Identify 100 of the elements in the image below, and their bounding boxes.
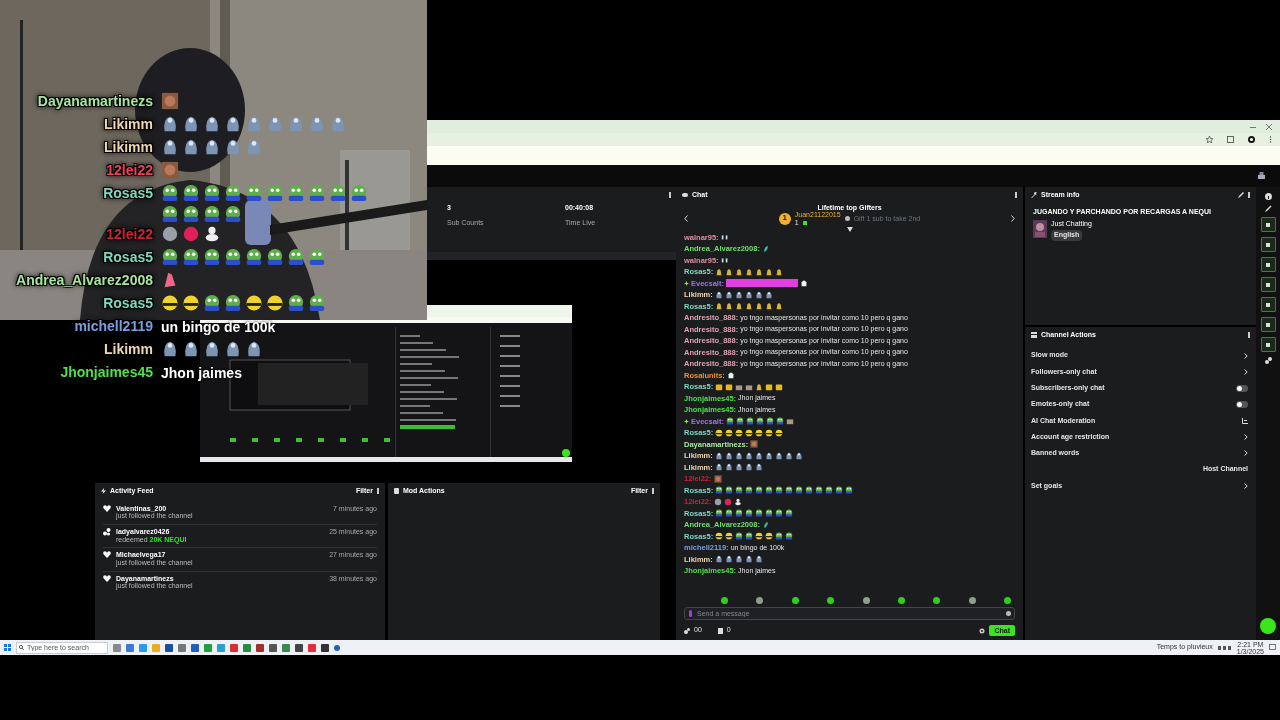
emote-icon <box>725 486 734 495</box>
emote-icon[interactable] <box>827 597 835 604</box>
emote-icon <box>720 233 729 242</box>
tray-icon[interactable] <box>1217 644 1232 651</box>
chevron-right-icon <box>1244 368 1248 375</box>
emote-icon <box>224 340 242 358</box>
emote-icon <box>784 451 793 460</box>
overlay-username: michell2119 <box>73 317 153 336</box>
emote-icon <box>713 474 722 483</box>
emote-icon <box>734 290 743 299</box>
emote-icon <box>825 486 834 495</box>
emote-icon <box>775 486 784 495</box>
emote-icon[interactable] <box>791 597 799 604</box>
extension-icon[interactable] <box>1227 136 1234 143</box>
emote-icon <box>735 532 744 541</box>
emote-icon <box>764 451 773 460</box>
help-button[interactable] <box>1260 618 1276 634</box>
emote-icon[interactable] <box>862 597 870 604</box>
emote-icon <box>755 509 764 518</box>
chat-icon <box>682 193 688 198</box>
emote-icon <box>725 417 734 426</box>
emote-icon[interactable] <box>756 597 764 604</box>
tile-icon <box>1265 281 1271 288</box>
chevron-right-icon[interactable] <box>1011 215 1015 223</box>
emote-icon <box>745 417 754 426</box>
emote-icon <box>774 451 783 460</box>
emoji-icon[interactable] <box>1006 611 1011 616</box>
emote-icon <box>745 532 754 541</box>
heart-icon <box>103 574 111 582</box>
chevron-right-icon <box>1244 434 1248 441</box>
emote-icon <box>245 340 263 358</box>
emote-icon[interactable] <box>1004 597 1011 604</box>
emote-icon[interactable] <box>968 597 976 604</box>
emote-icon <box>754 290 763 299</box>
emote-icon <box>744 451 753 460</box>
quick-action-button[interactable] <box>1260 317 1276 332</box>
points-icon <box>103 527 111 536</box>
gift-icon <box>844 216 850 222</box>
emote-icon <box>775 428 784 437</box>
notification-icon[interactable] <box>1269 644 1276 651</box>
emote-icon <box>761 520 770 529</box>
emote-icon <box>725 428 734 437</box>
emote-icon <box>755 428 764 437</box>
emote-icon <box>725 532 734 541</box>
emote-icon <box>724 555 733 564</box>
emote-icon[interactable] <box>933 597 941 604</box>
emote-icon <box>735 417 744 426</box>
emote-icon <box>785 509 794 518</box>
emote-icon <box>765 509 774 518</box>
emote-icon <box>744 555 753 564</box>
quick-action-button[interactable] <box>1260 337 1276 352</box>
printer-icon[interactable] <box>1257 172 1266 180</box>
menu-icon[interactable] <box>1269 136 1272 143</box>
emote-icon <box>745 486 754 495</box>
emote-icon <box>714 290 723 299</box>
gift-icon <box>802 220 807 225</box>
emote-icon <box>724 463 733 472</box>
chevron-left-icon[interactable] <box>684 215 688 223</box>
star-icon[interactable] <box>1206 136 1213 143</box>
info-icon[interactable] <box>1264 193 1272 200</box>
start-icon[interactable] <box>4 644 11 651</box>
emote-icon <box>761 244 770 253</box>
quick-action-button[interactable] <box>1260 237 1276 252</box>
emote-icon <box>715 486 724 495</box>
quick-action-button[interactable] <box>1260 277 1276 292</box>
emote-icon <box>755 532 764 541</box>
emote-icon <box>735 486 744 495</box>
edit-icon[interactable] <box>1264 205 1272 212</box>
emote-icon <box>799 279 808 288</box>
profile-icon[interactable] <box>1248 136 1255 143</box>
wrench-icon <box>1031 192 1037 199</box>
points-icon <box>684 627 690 634</box>
close-icon[interactable] <box>1266 123 1272 130</box>
emote-strip-icon <box>725 279 798 288</box>
toggle-switch[interactable] <box>1236 384 1248 392</box>
emote-icon[interactable] <box>721 597 728 604</box>
heart-icon <box>103 504 111 512</box>
bits-icon <box>717 627 723 634</box>
emote-icon <box>794 451 803 460</box>
emote-icon <box>203 340 221 358</box>
scroll-down-icon[interactable] <box>846 226 853 232</box>
emote-icon <box>754 451 763 460</box>
emote-icon <box>835 486 844 495</box>
emote-icon <box>815 486 824 495</box>
emote-icon <box>714 555 723 564</box>
emote-icon <box>755 486 764 495</box>
emote-icon <box>714 451 723 460</box>
quick-action-button[interactable] <box>1260 257 1276 272</box>
settings-icon[interactable] <box>979 627 986 634</box>
toggle-switch[interactable] <box>1236 401 1248 409</box>
shield-icon <box>394 488 399 495</box>
emote-icon[interactable] <box>897 597 905 604</box>
quick-action-button[interactable] <box>1260 297 1276 312</box>
overlay-username: Jhonjaimes45 <box>59 363 153 382</box>
add-action-icon[interactable] <box>1264 357 1272 364</box>
tile-icon <box>1265 221 1271 228</box>
emote-icon <box>765 428 774 437</box>
quick-action-button[interactable] <box>1260 217 1276 232</box>
rank-badge: 1 <box>778 212 791 225</box>
edit-icon[interactable] <box>1238 192 1244 199</box>
